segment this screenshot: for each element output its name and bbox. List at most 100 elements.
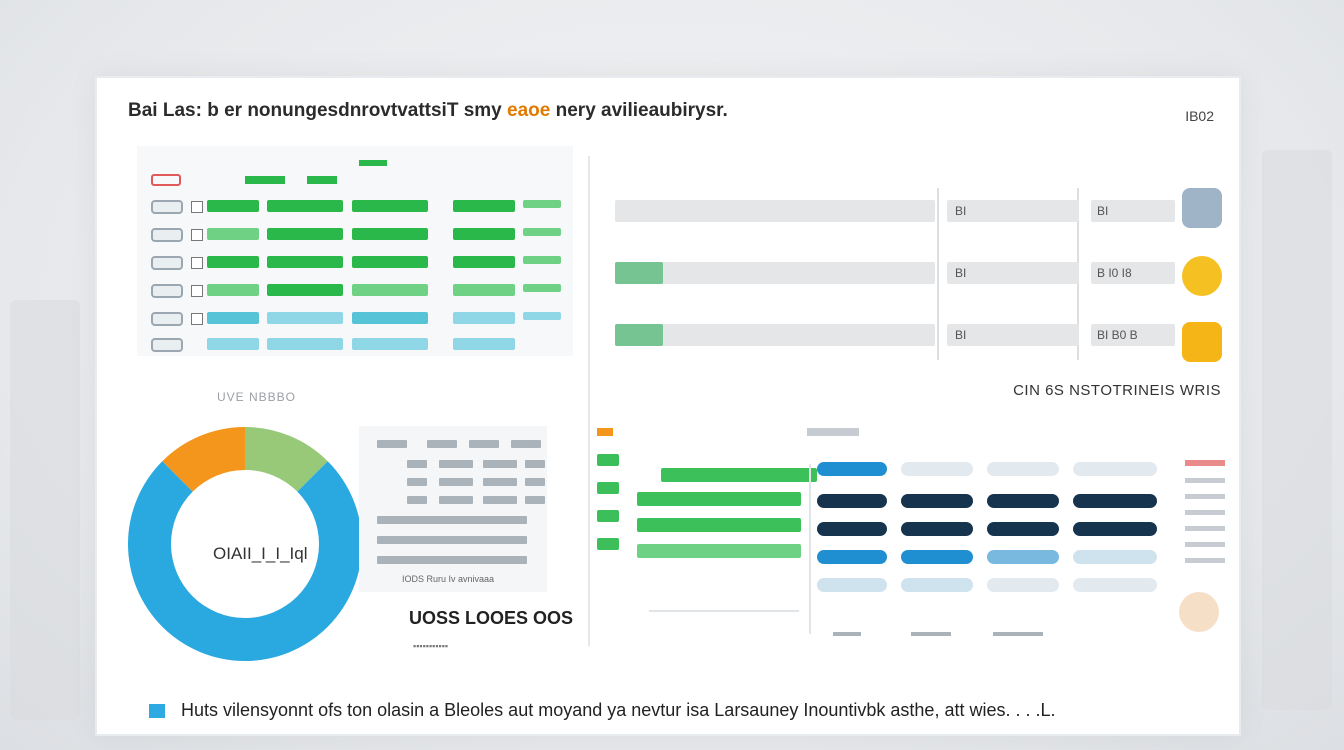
cell-bar bbox=[523, 228, 561, 236]
side-list bbox=[597, 454, 629, 566]
bar bbox=[637, 492, 801, 506]
cell-bar bbox=[453, 228, 515, 240]
axis-tick bbox=[993, 632, 1043, 636]
pill bbox=[1073, 522, 1157, 536]
pill bbox=[1073, 494, 1157, 508]
user-avatar-icon[interactable] bbox=[1182, 188, 1222, 228]
progress-end: BI bbox=[1091, 200, 1175, 222]
cell-bar bbox=[207, 338, 259, 350]
cell-bar bbox=[207, 256, 259, 268]
legend-item bbox=[1185, 510, 1225, 515]
cell-bar bbox=[267, 256, 343, 268]
cell-bar bbox=[207, 284, 259, 296]
table-row[interactable] bbox=[147, 200, 563, 214]
grid-line bbox=[809, 464, 811, 634]
list-item[interactable] bbox=[597, 454, 619, 466]
progress-track bbox=[615, 262, 935, 284]
progress-end: BI B0 B bbox=[1091, 324, 1175, 346]
mini-table-footer: UOSS LOOES OOS bbox=[409, 608, 574, 628]
table-row[interactable] bbox=[147, 228, 563, 242]
axis-tick bbox=[833, 632, 861, 636]
header-bar bbox=[359, 160, 387, 166]
list-item[interactable] bbox=[597, 510, 619, 522]
progress-row[interactable]: BI BI bbox=[615, 200, 1175, 222]
panel-header-bar bbox=[807, 428, 859, 436]
section-label: CIN 6S NSTOTRINEIS WRIS bbox=[1013, 382, 1221, 399]
axis-tick bbox=[911, 632, 951, 636]
table-row[interactable] bbox=[147, 312, 563, 326]
cell-bar bbox=[523, 200, 561, 208]
legend-item bbox=[1185, 478, 1225, 483]
cell-bar bbox=[453, 338, 515, 350]
list-item[interactable] bbox=[597, 538, 619, 550]
progress-row[interactable]: BI B I0 I8 bbox=[615, 262, 1175, 284]
cell-bar bbox=[523, 312, 561, 320]
progress-row[interactable]: BI BI B0 B bbox=[615, 324, 1175, 346]
pill bbox=[817, 494, 887, 508]
progress-track bbox=[615, 200, 935, 222]
progress-fill bbox=[615, 262, 663, 284]
cell-bar bbox=[352, 338, 428, 350]
cell-bar bbox=[453, 312, 515, 324]
pill bbox=[817, 550, 887, 564]
legend-item bbox=[1185, 460, 1225, 466]
cell-bar bbox=[523, 284, 561, 292]
device-icon bbox=[151, 338, 183, 352]
status-table bbox=[137, 146, 573, 356]
cell-bar bbox=[207, 200, 259, 212]
table-row[interactable] bbox=[147, 284, 563, 298]
dashboard-title: Bai Las: b er nonungesdnrovtvattsiT smy … bbox=[128, 100, 728, 121]
cell-bar bbox=[267, 338, 343, 350]
background-shape-left bbox=[10, 300, 80, 720]
pill bbox=[817, 522, 887, 536]
bar bbox=[661, 468, 817, 482]
folder-icon[interactable] bbox=[1182, 322, 1222, 362]
legend-item bbox=[1185, 558, 1225, 563]
bar bbox=[637, 544, 801, 558]
cell-bar bbox=[352, 312, 428, 324]
device-icon bbox=[151, 284, 183, 298]
pill bbox=[1073, 578, 1157, 592]
pill bbox=[1073, 550, 1157, 564]
bar bbox=[637, 518, 801, 532]
grid-line bbox=[649, 610, 799, 612]
person-illustration-icon bbox=[1179, 592, 1219, 632]
flag-icon bbox=[597, 428, 613, 436]
row-checkbox[interactable] bbox=[191, 201, 203, 213]
cell-bar bbox=[352, 256, 428, 268]
pill bbox=[987, 550, 1059, 564]
background-shape-right bbox=[1262, 150, 1332, 710]
cell-bar bbox=[267, 228, 343, 240]
cell-bar bbox=[207, 312, 259, 324]
progress-value: BI bbox=[947, 262, 1079, 284]
pill bbox=[987, 462, 1059, 476]
footer-text: Huts vilensyonnt ofs ton olasin a Bleole… bbox=[181, 700, 1056, 720]
cell-bar bbox=[352, 284, 428, 296]
alert-icon bbox=[151, 174, 181, 186]
pill bbox=[817, 462, 887, 476]
dashboard-code: IB02 bbox=[1185, 108, 1214, 124]
footer-bullet-icon bbox=[149, 704, 165, 718]
list-item[interactable] bbox=[597, 482, 619, 494]
pill bbox=[1073, 462, 1157, 476]
pill bbox=[987, 522, 1059, 536]
table-row[interactable] bbox=[147, 256, 563, 270]
row-checkbox[interactable] bbox=[191, 229, 203, 241]
progress-track bbox=[615, 324, 935, 346]
row-checkbox[interactable] bbox=[191, 313, 203, 325]
pill bbox=[987, 578, 1059, 592]
progress-value: BI bbox=[947, 200, 1079, 222]
progress-end: B I0 I8 bbox=[1091, 262, 1175, 284]
pill bbox=[987, 494, 1059, 508]
table-row[interactable] bbox=[147, 338, 563, 352]
device-icon bbox=[151, 312, 183, 326]
mini-table-dots: ▪▪▪▪▪▪▪▪▪▪▪ bbox=[413, 641, 449, 651]
legend-item bbox=[1185, 542, 1225, 547]
table-subtitle: UVE NBBBO bbox=[217, 390, 297, 404]
device-icon bbox=[151, 228, 183, 242]
row-checkbox[interactable] bbox=[191, 285, 203, 297]
row-checkbox[interactable] bbox=[191, 257, 203, 269]
dashboard-card: Bai Las: b er nonungesdnrovtvattsiT smy … bbox=[95, 76, 1241, 736]
coin-icon[interactable] bbox=[1182, 256, 1222, 296]
device-icon bbox=[151, 256, 183, 270]
